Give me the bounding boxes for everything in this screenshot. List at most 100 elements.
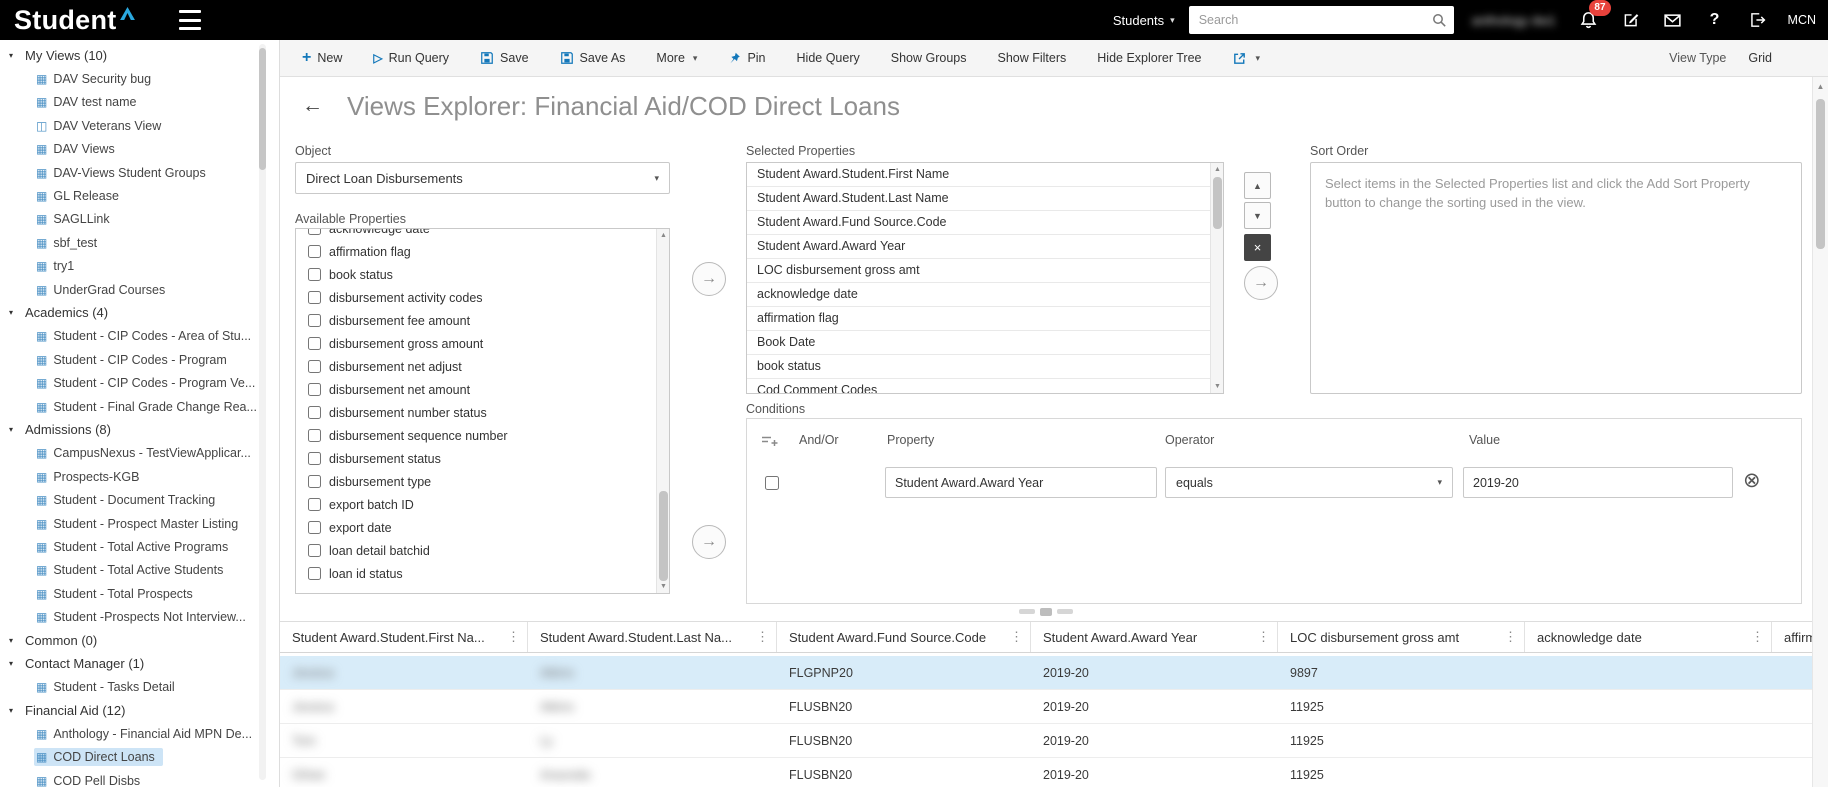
pin-button[interactable]: Pin (728, 51, 766, 65)
show-filters-button[interactable]: Show Filters (997, 51, 1066, 65)
global-search[interactable] (1188, 6, 1454, 34)
property-checkbox[interactable] (308, 498, 321, 511)
column-menu-icon[interactable]: ⋮ (756, 629, 769, 645)
available-property[interactable]: export batch ID (296, 493, 669, 516)
property-checkbox[interactable] (308, 337, 321, 350)
tree-row[interactable]: ▦ DAV Views (0, 138, 279, 161)
tree-row[interactable]: ▦ CampusNexus - TestViewApplicar... (0, 442, 279, 465)
add-condition-icon[interactable] (761, 434, 779, 448)
tree-row[interactable]: ▾ My Views (10) (0, 44, 279, 67)
tree-row[interactable]: ▦ Prospects-KGB (0, 465, 279, 488)
add-sort-property-button[interactable]: → (1244, 266, 1278, 300)
scroll-down-icon[interactable]: ▼ (657, 580, 669, 593)
open-new-window-button[interactable]: ▾ (1232, 51, 1260, 66)
scroll-up-icon[interactable]: ▲ (1813, 79, 1828, 95)
available-list-scrollbar[interactable]: ▲ ▼ (656, 229, 669, 593)
property-checkbox[interactable] (308, 429, 321, 442)
tree-row[interactable]: ▦ Student - Prospect Master Listing (0, 512, 279, 535)
table-row[interactable]: Tom Ly FLUSBN20 2019-20 11925 (280, 724, 1812, 758)
save-button[interactable]: Save (480, 51, 529, 65)
tree-row[interactable]: ▾ Admissions (8) (0, 418, 279, 441)
column-header[interactable]: Student Award.Fund Source.Code ⋮ (777, 622, 1031, 652)
user-initials[interactable]: MCN (1788, 13, 1816, 27)
column-header[interactable]: acknowledge date ⋮ (1525, 622, 1772, 652)
available-property[interactable]: disbursement fee amount (296, 309, 669, 332)
column-menu-icon[interactable]: ⋮ (1504, 629, 1517, 645)
hide-query-button[interactable]: Hide Query (797, 51, 860, 65)
move-property-up-button[interactable]: ▲ (1244, 172, 1271, 199)
tree-row[interactable]: ▦ Student - CIP Codes - Program (0, 348, 279, 371)
search-input[interactable] (1188, 6, 1454, 34)
available-property[interactable]: disbursement net amount (296, 378, 669, 401)
property-checkbox[interactable] (308, 452, 321, 465)
tree-row[interactable]: ▦ Student - CIP Codes - Area of Stu... (0, 325, 279, 348)
tree-row[interactable]: ▦ Student - Document Tracking (0, 488, 279, 511)
hide-explorer-tree-button[interactable]: Hide Explorer Tree (1097, 51, 1201, 65)
selected-property[interactable]: Cod Comment Codes (747, 379, 1223, 393)
available-property[interactable]: export date (296, 516, 669, 539)
property-checkbox[interactable] (308, 475, 321, 488)
tree-row[interactable]: ▾ Common (0) (0, 629, 279, 652)
notifications-button[interactable]: 87 (1576, 0, 1611, 33)
condition-operator-select[interactable]: equals ▾ (1165, 467, 1453, 498)
tree-row[interactable]: ▾ Financial Aid (12) (0, 699, 279, 722)
selected-list-scrollbar[interactable]: ▲ ▼ (1210, 163, 1223, 393)
property-checkbox[interactable] (308, 521, 321, 534)
app-logo[interactable]: Student (14, 5, 135, 36)
condition-checkbox[interactable] (765, 476, 779, 490)
add-property-button[interactable]: → (692, 262, 726, 296)
available-property[interactable]: affirmation flag (296, 240, 669, 263)
column-header[interactable]: Student Award.Student.First Na... ⋮ (280, 622, 528, 652)
tree-row[interactable]: ▦ GL Release (0, 184, 279, 207)
main-scrollbar[interactable]: ▲ (1812, 77, 1828, 787)
tree-row[interactable]: ▦ DAV-Views Student Groups (0, 161, 279, 184)
available-property[interactable]: disbursement status (296, 447, 669, 470)
scrollbar-thumb[interactable] (1816, 99, 1825, 249)
tree-row[interactable]: ▦ Student - Total Prospects (0, 582, 279, 605)
tree-row[interactable]: ▦ Student -Prospects Not Interview... (0, 605, 279, 628)
tree-row[interactable]: ▦ DAV Security bug (0, 67, 279, 90)
tree-row[interactable]: ◫ DAV Veterans View (0, 114, 279, 137)
sidebar-scrollbar[interactable] (259, 44, 266, 780)
available-property[interactable]: disbursement net adjust (296, 355, 669, 378)
tree-row[interactable]: ▦ SAGLLink (0, 208, 279, 231)
property-checkbox[interactable] (308, 229, 321, 235)
column-menu-icon[interactable]: ⋮ (1010, 629, 1023, 645)
property-checkbox[interactable] (308, 383, 321, 396)
selected-property[interactable]: acknowledge date (747, 283, 1223, 307)
selected-property[interactable]: affirmation flag (747, 307, 1223, 331)
tree-row[interactable]: ▦ try1 (0, 255, 279, 278)
available-property[interactable]: book status (296, 263, 669, 286)
condition-property-input[interactable] (885, 467, 1157, 498)
help-button[interactable]: ? (1702, 7, 1728, 33)
selected-property[interactable]: Book Date (747, 331, 1223, 355)
available-property[interactable]: disbursement activity codes (296, 286, 669, 309)
caret-icon[interactable]: ▾ (9, 636, 23, 645)
column-menu-icon[interactable]: ⋮ (1751, 629, 1764, 645)
property-checkbox[interactable] (308, 544, 321, 557)
tree-row[interactable]: ▦ Student - CIP Codes - Program Ve... (0, 371, 279, 394)
run-query-button[interactable]: ▷ Run Query (373, 51, 449, 65)
table-row[interactable]: Jessica Atkins FLUSBN20 2019-20 11925 (280, 690, 1812, 724)
search-icon[interactable] (1431, 12, 1447, 28)
condition-value-input[interactable] (1463, 467, 1733, 498)
selected-property[interactable]: book status (747, 355, 1223, 379)
available-property[interactable]: loan detail batchid (296, 539, 669, 562)
tree-row[interactable]: ▦ Anthology - Financial Aid MPN De... (0, 722, 279, 745)
show-groups-button[interactable]: Show Groups (891, 51, 967, 65)
column-header[interactable]: Student Award.Award Year ⋮ (1031, 622, 1278, 652)
tree-row[interactable]: ▦ Student - Final Grade Change Rea... (0, 395, 279, 418)
column-header[interactable]: LOC disbursement gross amt ⋮ (1278, 622, 1525, 652)
table-row[interactable]: Jessica Atkins FLGPNP20 2019-20 9897 (280, 656, 1812, 690)
property-checkbox[interactable] (308, 567, 321, 580)
sign-out-button[interactable] (1744, 7, 1770, 33)
selected-property[interactable]: Student Award.Student.First Name (747, 163, 1223, 187)
property-checkbox[interactable] (308, 245, 321, 258)
menu-button[interactable] (178, 10, 205, 30)
scrollbar-thumb[interactable] (1213, 177, 1222, 229)
tree-row[interactable]: ▦ UnderGrad Courses (0, 278, 279, 301)
caret-icon[interactable]: ▾ (9, 425, 23, 434)
tree-row[interactable]: ▾ Contact Manager (1) (0, 652, 279, 675)
table-row[interactable]: Gihan Araunala FLUSBN20 2019-20 11925 (280, 758, 1812, 787)
remove-condition-button[interactable]: ⊗ (1743, 470, 1761, 491)
